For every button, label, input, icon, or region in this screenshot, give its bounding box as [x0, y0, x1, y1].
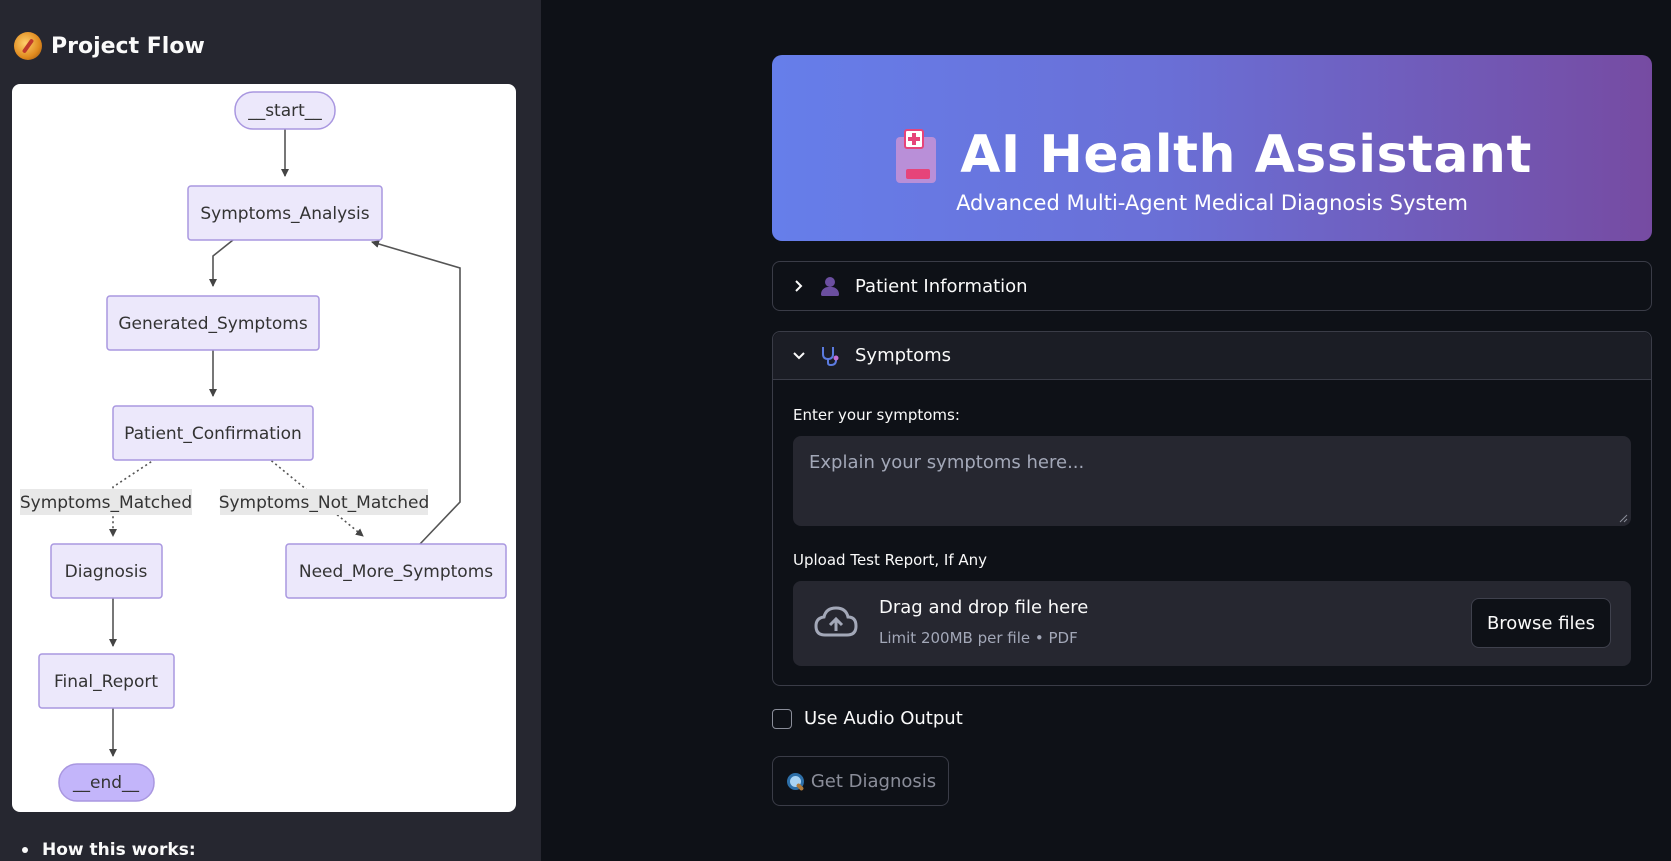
chevron-down-icon — [793, 350, 805, 362]
resize-grip-icon[interactable] — [1619, 514, 1628, 523]
symptoms-input-label: Enter your symptoms: — [793, 406, 960, 424]
node-end: __end__ — [58, 763, 155, 802]
sidebar: Project Flow Symptoms_Matched Symptoms_N… — [0, 0, 541, 861]
upload-limits: Limit 200MB per file • PDF — [879, 629, 1078, 647]
hero-title-row: AI Health Assistant — [772, 125, 1652, 185]
svg-text:Symptoms_Not_Matched: Symptoms_Not_Matched — [219, 493, 430, 513]
svg-text:Diagnosis: Diagnosis — [65, 562, 148, 582]
get-diagnosis-button[interactable]: Get Diagnosis — [772, 756, 949, 806]
svg-text:__end__: __end__ — [72, 773, 140, 793]
audio-output-checkbox[interactable] — [772, 708, 792, 729]
magnifier-icon — [785, 771, 805, 791]
symptoms-label: Symptoms — [855, 345, 952, 366]
sidebar-header: Project Flow — [14, 32, 205, 60]
project-flow-graph: Symptoms_Matched Symptoms_Not_Matched __… — [12, 84, 516, 812]
hero-banner: AI Health Assistant Advanced Multi-Agent… — [772, 55, 1652, 241]
file-uploader-dropzone[interactable]: Drag and drop file here Limit 200MB per … — [793, 581, 1631, 666]
upload-label: Upload Test Report, If Any — [793, 551, 988, 569]
svg-text:__start__: __start__ — [247, 101, 322, 121]
how-it-works-label: How this works: — [42, 840, 196, 860]
node-generated-symptoms: Generated_Symptoms — [106, 295, 320, 351]
symptoms-textarea[interactable]: Explain your symptoms here... — [793, 436, 1631, 526]
audio-output-label: Use Audio Output — [804, 708, 963, 729]
patient-info-label: Patient Information — [855, 275, 1028, 297]
page-title: AI Health Assistant — [960, 125, 1532, 185]
svg-text:Symptoms_Matched: Symptoms_Matched — [20, 493, 192, 513]
svg-text:Need_More_Symptoms: Need_More_Symptoms — [299, 562, 493, 582]
svg-text:Patient_Confirmation: Patient_Confirmation — [124, 424, 302, 444]
cloud-upload-icon — [814, 606, 858, 637]
compass-icon — [14, 32, 42, 60]
sidebar-title: Project Flow — [51, 33, 205, 59]
page-subtitle: Advanced Multi-Agent Medical Diagnosis S… — [956, 191, 1468, 215]
person-icon — [819, 275, 841, 297]
symptoms-placeholder: Explain your symptoms here... — [809, 452, 1085, 473]
node-patient-confirmation: Patient_Confirmation — [112, 405, 314, 461]
chevron-right-icon — [793, 280, 805, 292]
patient-info-expander: Patient Information — [772, 261, 1652, 311]
audio-output-option[interactable]: Use Audio Output — [772, 708, 963, 729]
hospital-icon — [892, 127, 940, 183]
patient-info-header[interactable]: Patient Information — [773, 262, 1651, 310]
get-diagnosis-label: Get Diagnosis — [810, 770, 937, 792]
bullet-icon — [22, 847, 28, 853]
node-start: __start__ — [234, 91, 336, 130]
node-diagnosis: Diagnosis — [50, 543, 163, 599]
svg-text:Final_Report: Final_Report — [54, 672, 158, 692]
how-it-works-item: How this works: — [22, 840, 196, 860]
node-symptoms-analysis: Symptoms_Analysis — [187, 185, 383, 241]
edge-label-matched: Symptoms_Matched — [20, 489, 192, 515]
node-need-more-symptoms: Need_More_Symptoms — [285, 543, 507, 599]
edge-label-not-matched: Symptoms_Not_Matched — [219, 489, 430, 515]
symptoms-expander: Symptoms Enter your symptoms: Explain yo… — [772, 331, 1652, 686]
stethoscope-icon — [819, 345, 841, 367]
svg-text:Symptoms_Analysis: Symptoms_Analysis — [200, 204, 369, 224]
browse-files-button[interactable]: Browse files — [1470, 598, 1611, 648]
svg-text:Generated_Symptoms: Generated_Symptoms — [118, 314, 308, 334]
node-final-report: Final_Report — [38, 653, 175, 709]
upload-instructions: Drag and drop file here — [879, 597, 1089, 618]
symptoms-header[interactable]: Symptoms — [773, 332, 1651, 380]
